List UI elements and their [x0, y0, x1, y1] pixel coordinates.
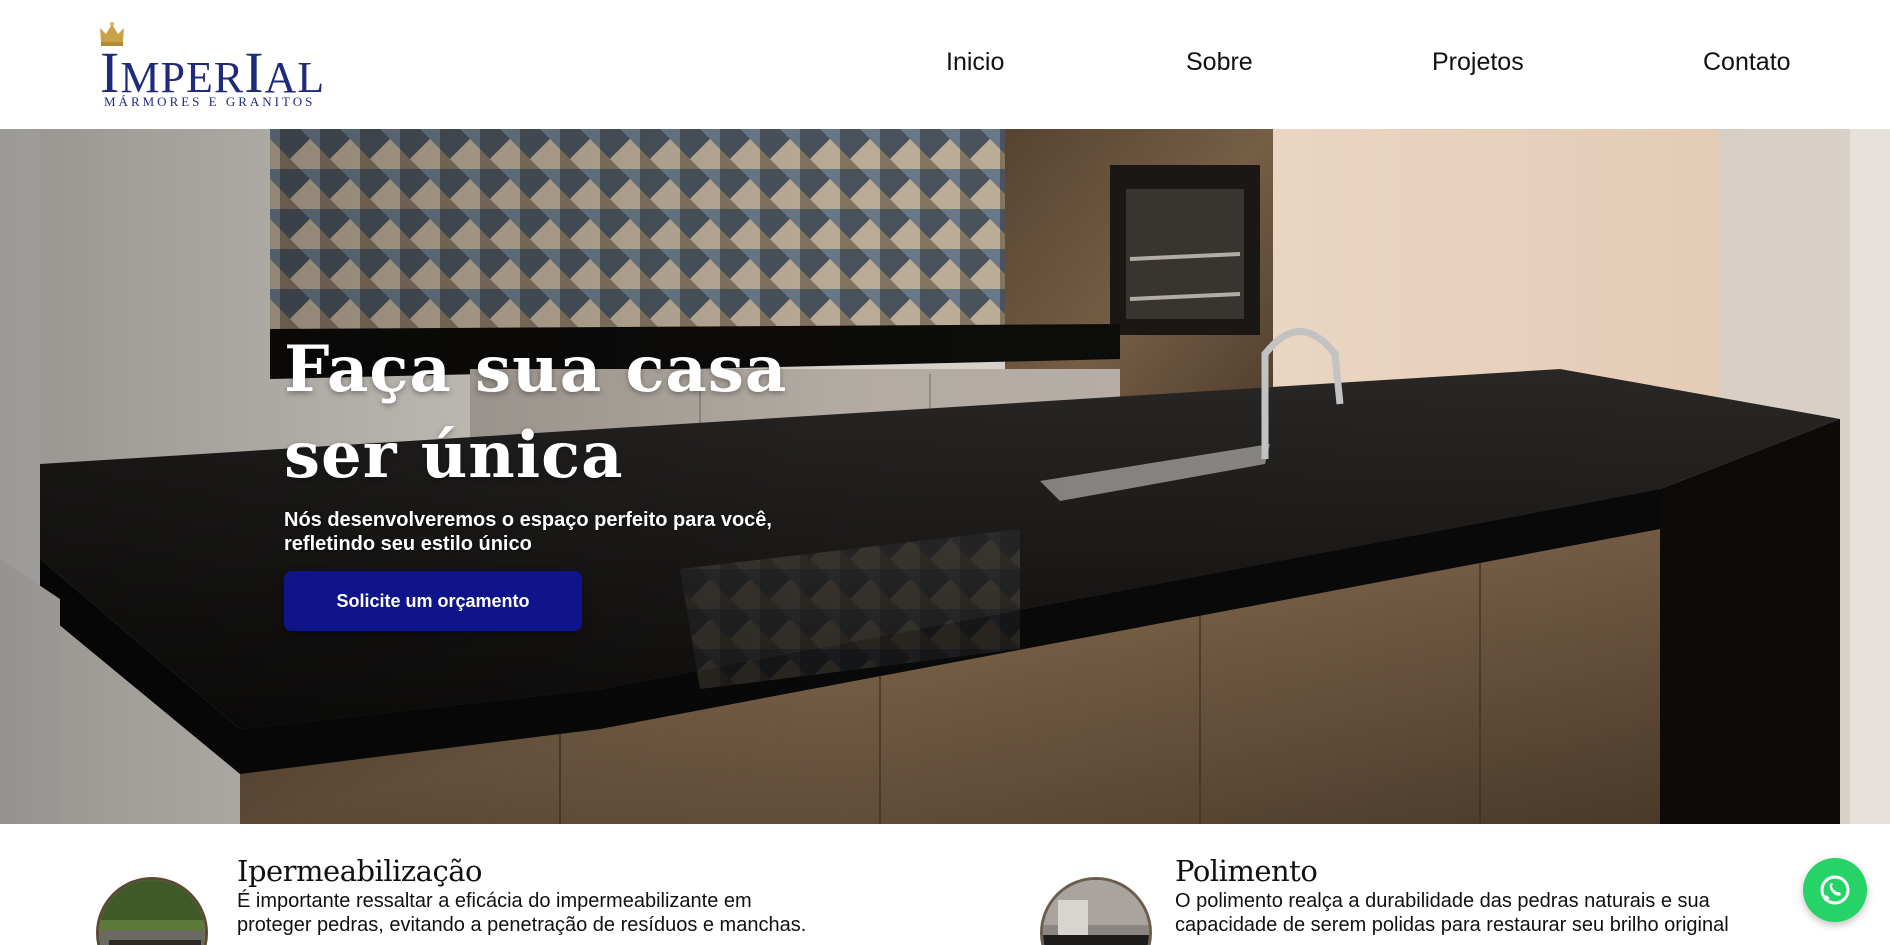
request-quote-button[interactable]: Solicite um orçamento: [284, 571, 582, 631]
service-description-line1: O polimento realça a durabilidade das pe…: [1175, 890, 1710, 912]
service-description: O polimento realça a durabilidade das pe…: [1175, 889, 1795, 937]
service-card-polimento: Polimento O polimento realça a durabilid…: [945, 824, 1890, 945]
service-title: Ipermeabilização: [237, 854, 482, 888]
nav-link-inicio[interactable]: Inicio: [946, 48, 1004, 77]
hero-title: Faça sua casa ser única: [284, 327, 844, 499]
nav-link-contato[interactable]: Contato: [1703, 48, 1791, 77]
service-description-line1: É importante ressaltar a eficácia do imp…: [237, 890, 752, 912]
site-header: IMPERIAL MÁRMORES E GRANITOS Inicio Sobr…: [0, 0, 1890, 129]
nav-link-sobre[interactable]: Sobre: [1186, 48, 1253, 77]
kitchen-photo-icon: [1040, 877, 1152, 945]
service-description-line2: proteger pedras, evitando a penetração d…: [237, 914, 807, 936]
hero-title-line2: ser única: [284, 418, 624, 493]
service-card-ipermeabilizacao: Ipermeabilização É importante ressaltar …: [0, 824, 945, 945]
service-description-line2: capacidade de serem polidas para restaur…: [1175, 914, 1729, 936]
whatsapp-button[interactable]: [1803, 858, 1867, 922]
nav-link-projetos[interactable]: Projetos: [1432, 48, 1524, 77]
brand-tagline: MÁRMORES E GRANITOS: [104, 94, 316, 109]
hero-subtitle: Nós desenvolveremos o espaço perfeito pa…: [284, 508, 844, 556]
service-title: Polimento: [1175, 854, 1318, 888]
whatsapp-icon: [1820, 875, 1850, 905]
hero-section: Faça sua casa ser única Nós desenvolvere…: [0, 129, 1890, 824]
brand-logo[interactable]: IMPERIAL MÁRMORES E GRANITOS: [98, 20, 324, 110]
service-description: É importante ressaltar a eficácia do imp…: [237, 889, 937, 937]
services-section: Ipermeabilização É importante ressaltar …: [0, 824, 1890, 945]
hero-title-line1: Faça sua casa: [284, 332, 788, 407]
outdoor-pool-photo-icon: [96, 877, 208, 945]
hero-subtitle-line1: Nós desenvolveremos o espaço perfeito pa…: [284, 509, 772, 531]
hero-subtitle-line2: refletindo seu estilo único: [284, 533, 532, 555]
